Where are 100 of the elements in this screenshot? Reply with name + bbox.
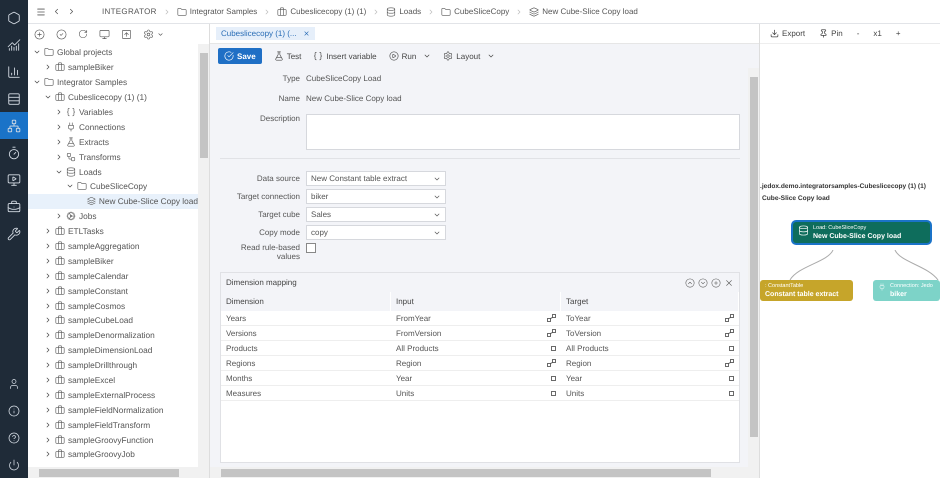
upload-icon[interactable] <box>121 28 132 40</box>
link-icon[interactable] <box>725 314 734 322</box>
tree-item[interactable]: sampleBiker <box>28 60 198 75</box>
add-icon[interactable] <box>711 278 721 288</box>
tree-item[interactable]: sampleExternalProcess <box>28 387 198 402</box>
add-icon[interactable] <box>34 28 45 40</box>
tree-item[interactable]: Transforms <box>28 149 198 164</box>
square-icon[interactable] <box>729 390 734 396</box>
forward-icon[interactable] <box>67 7 76 16</box>
graph-tool-button[interactable]: Export <box>770 29 806 38</box>
tree-item[interactable]: sampleExcel <box>28 372 198 388</box>
link-icon[interactable] <box>725 329 734 337</box>
tree-item[interactable]: Variables <box>28 104 198 120</box>
select-field[interactable]: biker <box>306 189 446 204</box>
scrollbar[interactable] <box>198 44 209 467</box>
tree-item[interactable]: sampleBiker <box>28 253 198 268</box>
tree-item[interactable]: sampleGroovyFunction <box>28 432 198 448</box>
table-cell: FromYear <box>391 311 561 326</box>
link-icon[interactable] <box>547 359 556 367</box>
tree-item[interactable]: Jobs <box>28 208 198 224</box>
graph-tool-button[interactable]: Pin <box>819 29 843 38</box>
timer-icon <box>7 146 21 160</box>
tree-item[interactable]: Extracts <box>28 134 198 150</box>
toolbar-button[interactable]: Test <box>274 48 302 64</box>
breadcrumb-link[interactable]: New Cube-Slice Copy load <box>529 6 638 16</box>
tree-item[interactable]: Integrator Samples <box>28 74 198 90</box>
settings-icon <box>143 28 154 40</box>
breadcrumb-link[interactable]: Loads <box>386 6 422 16</box>
briefcase-icon <box>55 375 65 386</box>
refresh-icon[interactable] <box>78 29 88 39</box>
field-value: CubeSliceCopy Load <box>306 74 382 83</box>
close-icon[interactable] <box>724 278 734 288</box>
tree-item[interactable]: Global projects <box>28 45 198 60</box>
square-icon[interactable] <box>551 346 556 350</box>
tree-item[interactable]: sampleFieldNormalization <box>28 402 198 418</box>
check-circle-icon[interactable] <box>56 28 67 40</box>
flask-icon <box>66 136 76 147</box>
square-icon[interactable] <box>729 346 734 350</box>
tree-item[interactable]: sampleDenormalization <box>28 328 198 343</box>
briefcase-icon <box>55 345 65 356</box>
select-field[interactable]: New Constant table extract <box>306 171 446 186</box>
graph-tool-button[interactable]: - <box>856 29 860 38</box>
square-icon[interactable] <box>551 376 556 380</box>
tree-item[interactable]: New Cube-Slice Copy load <box>28 194 198 209</box>
scrollbar[interactable] <box>210 467 759 478</box>
tree-item[interactable]: sampleCubeLoad <box>28 313 198 328</box>
settings-menu[interactable] <box>143 28 164 40</box>
link-icon[interactable] <box>725 359 734 367</box>
toolbar-button[interactable]: Save <box>218 48 262 64</box>
square-icon[interactable] <box>551 390 556 396</box>
square-icon[interactable] <box>729 376 734 380</box>
link-icon[interactable] <box>547 329 556 337</box>
bar-chart-icon <box>7 64 21 78</box>
toolbar-button[interactable]: Run <box>388 48 432 64</box>
link-icon[interactable] <box>547 314 556 322</box>
tree-item[interactable]: ETLTasks <box>28 224 198 239</box>
logo-icon <box>7 10 21 24</box>
graph-tool-button[interactable]: + <box>896 29 900 38</box>
tree-item[interactable]: sampleAggregation <box>28 238 198 254</box>
tree-item[interactable]: sampleCosmos <box>28 298 198 314</box>
back-icon[interactable] <box>52 7 61 16</box>
toolbar-button[interactable]: Layout <box>443 48 496 64</box>
breadcrumb-link[interactable]: CubeSliceCopy <box>441 6 510 16</box>
tree-item[interactable]: Cubeslicecopy (1) (1) <box>28 90 198 105</box>
tree-item[interactable]: sampleFieldTransform <box>28 417 198 432</box>
tree-item[interactable]: Connections <box>28 119 198 134</box>
tree-item[interactable]: sampleDimensionLoad <box>28 342 198 358</box>
select-field[interactable]: copy <box>306 225 446 240</box>
graph-tool-button[interactable]: x1 <box>873 29 882 38</box>
tree-item[interactable]: Loads <box>28 164 198 180</box>
scrollbar[interactable] <box>28 467 209 478</box>
database-icon <box>66 166 76 177</box>
tree-item[interactable]: sampleDrillthrough <box>28 358 198 373</box>
move-down-icon[interactable] <box>698 278 708 288</box>
monitor-icon <box>7 172 21 186</box>
tree-item[interactable]: sampleCalendar <box>28 268 198 284</box>
monitor-icon[interactable] <box>99 28 110 40</box>
breadcrumb-link[interactable]: INTEGRATOR <box>102 7 157 16</box>
close-icon[interactable] <box>302 30 310 37</box>
tab[interactable]: Cubeslicecopy (1) (... <box>216 27 315 40</box>
briefcase-icon <box>55 330 65 340</box>
select-field[interactable]: Sales <box>306 207 446 222</box>
toolbar-button[interactable]: Insert variable <box>313 48 377 64</box>
checkbox[interactable] <box>306 243 316 253</box>
breadcrumb-link[interactable]: Cubeslicecopy (1) (1) <box>277 6 366 16</box>
tree-item[interactable]: sampleGroovyJob <box>28 447 198 462</box>
tree-item[interactable]: sampleConstant <box>28 283 198 298</box>
table-cell: Versions <box>221 326 391 341</box>
move-up-icon[interactable] <box>685 278 695 288</box>
table-cell: Region <box>391 356 561 371</box>
scrollbar[interactable] <box>748 68 759 467</box>
field-label: Target cube <box>257 210 300 219</box>
network-icon <box>7 118 21 132</box>
menu-icon[interactable] <box>36 6 46 16</box>
workflow-icon <box>66 152 76 162</box>
tree-item[interactable]: CubeSliceCopy <box>28 179 198 194</box>
layers-icon <box>529 6 540 16</box>
table-cell: Year <box>391 371 561 386</box>
breadcrumb-link[interactable]: Integrator Samples <box>176 6 258 16</box>
description-field[interactable] <box>306 114 740 150</box>
